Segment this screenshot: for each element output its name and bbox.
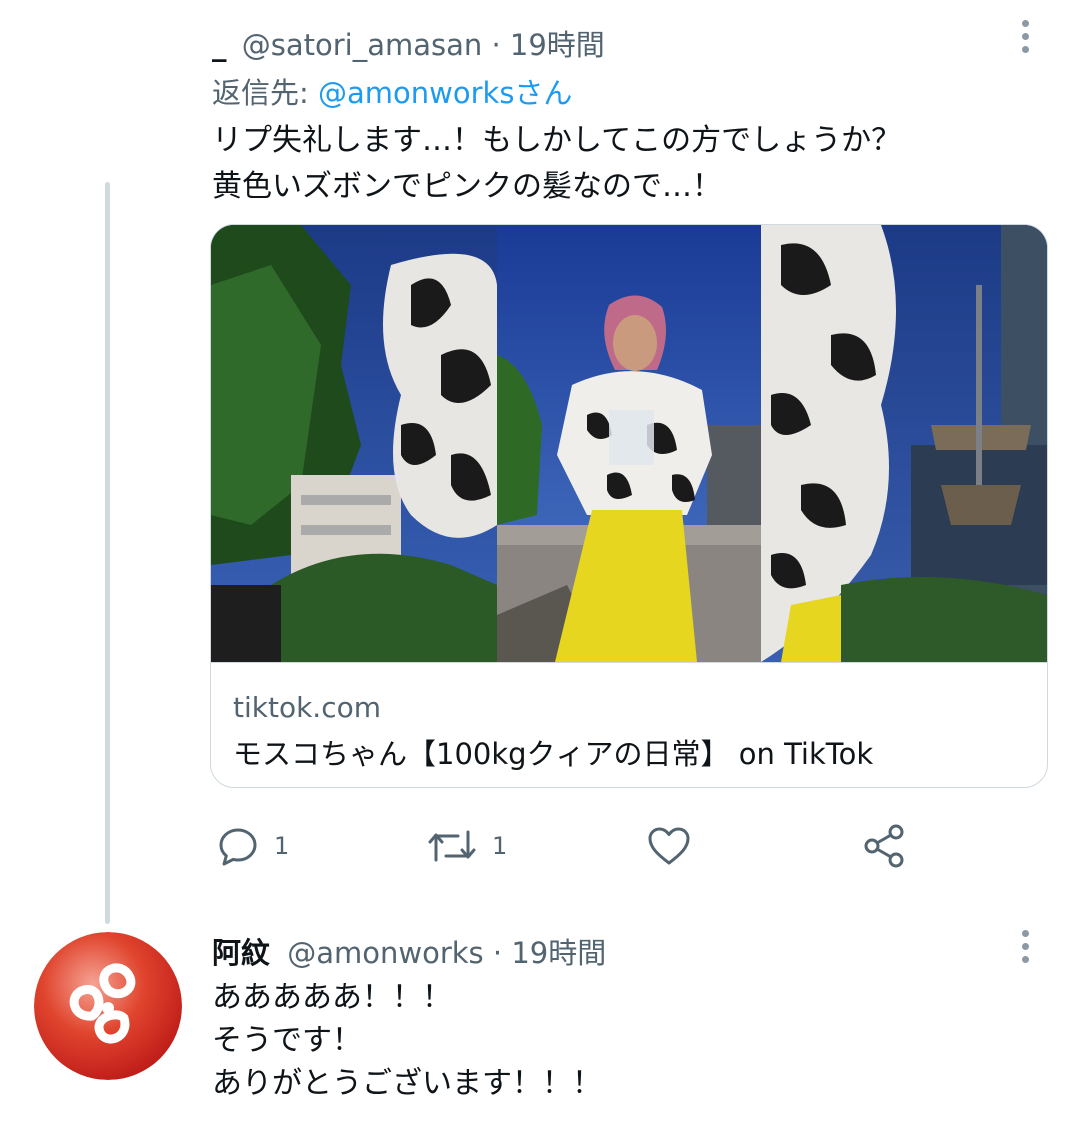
card-domain: tiktok.com xyxy=(233,691,381,724)
tweet-text-line: あああああ！！！ xyxy=(212,980,452,1015)
more-vertical-icon[interactable] xyxy=(1020,20,1030,60)
user-handle[interactable]: @amonworks xyxy=(287,936,483,970)
tweet-text-line: ありがとうございます！！！ xyxy=(212,1066,602,1101)
reply-context: 返信先: @amonworksさん xyxy=(212,70,572,112)
retweet-count: 1 xyxy=(492,832,508,860)
card-footer[interactable]: tiktok.com モスコちゃん【100kgクィアの日常】 on TikTok xyxy=(211,662,1047,787)
tweet-header: 阿紋 @amonworks · 19時間 xyxy=(212,930,606,972)
reply-prefix: 返信先: xyxy=(212,76,309,110)
reply-button[interactable]: 1 xyxy=(216,818,289,874)
card-image[interactable] xyxy=(211,225,1047,662)
card-image-panel-left xyxy=(211,225,497,662)
retweet-icon xyxy=(426,824,478,868)
tweet-header: _ @satori_amasan · 19時間 xyxy=(212,22,605,64)
card-title: モスコちゃん【100kgクィアの日常】 on TikTok xyxy=(233,737,874,771)
card-image-panel-center xyxy=(497,225,761,662)
timestamp[interactable]: · 19時間 xyxy=(493,936,606,970)
card-image-panel-right xyxy=(761,225,1047,662)
display-name[interactable]: 阿紋 xyxy=(212,936,270,970)
heart-icon xyxy=(646,824,692,868)
retweet-button[interactable]: 1 xyxy=(426,818,507,874)
timestamp[interactable]: · 19時間 xyxy=(491,28,604,62)
tweet-text-line: 黄色いズボンでピンクの髪なので…！ xyxy=(212,169,722,204)
tweet-text: あああああ！！！ そうです！ ありがとうございます！！！ xyxy=(212,976,602,1105)
tweet-action-bar: 1 1 xyxy=(212,818,1052,874)
tweet-text: リプ失礼します…！もしかしてこの方でしょうか？ 黄色いズボンでピンクの髪なので…… xyxy=(212,118,901,210)
reply-count: 1 xyxy=(274,832,290,860)
tweet-text-line: そうです！ xyxy=(212,1023,362,1058)
reply-icon xyxy=(216,824,260,868)
share-button[interactable] xyxy=(860,818,908,874)
avatar[interactable] xyxy=(34,932,182,1080)
tweet-text-line: リプ失礼します…！もしかしてこの方でしょうか？ xyxy=(212,123,902,158)
share-icon xyxy=(860,822,908,870)
thread-connector-line xyxy=(105,182,110,924)
link-preview-card[interactable]: tiktok.com モスコちゃん【100kgクィアの日常】 on TikTok xyxy=(210,224,1048,788)
reply-mention-link[interactable]: @amonworksさん xyxy=(318,76,572,110)
user-handle[interactable]: @satori_amasan xyxy=(242,28,483,62)
more-vertical-icon[interactable] xyxy=(1020,930,1030,970)
display-name[interactable]: _ xyxy=(212,28,227,62)
like-button[interactable] xyxy=(646,818,692,874)
